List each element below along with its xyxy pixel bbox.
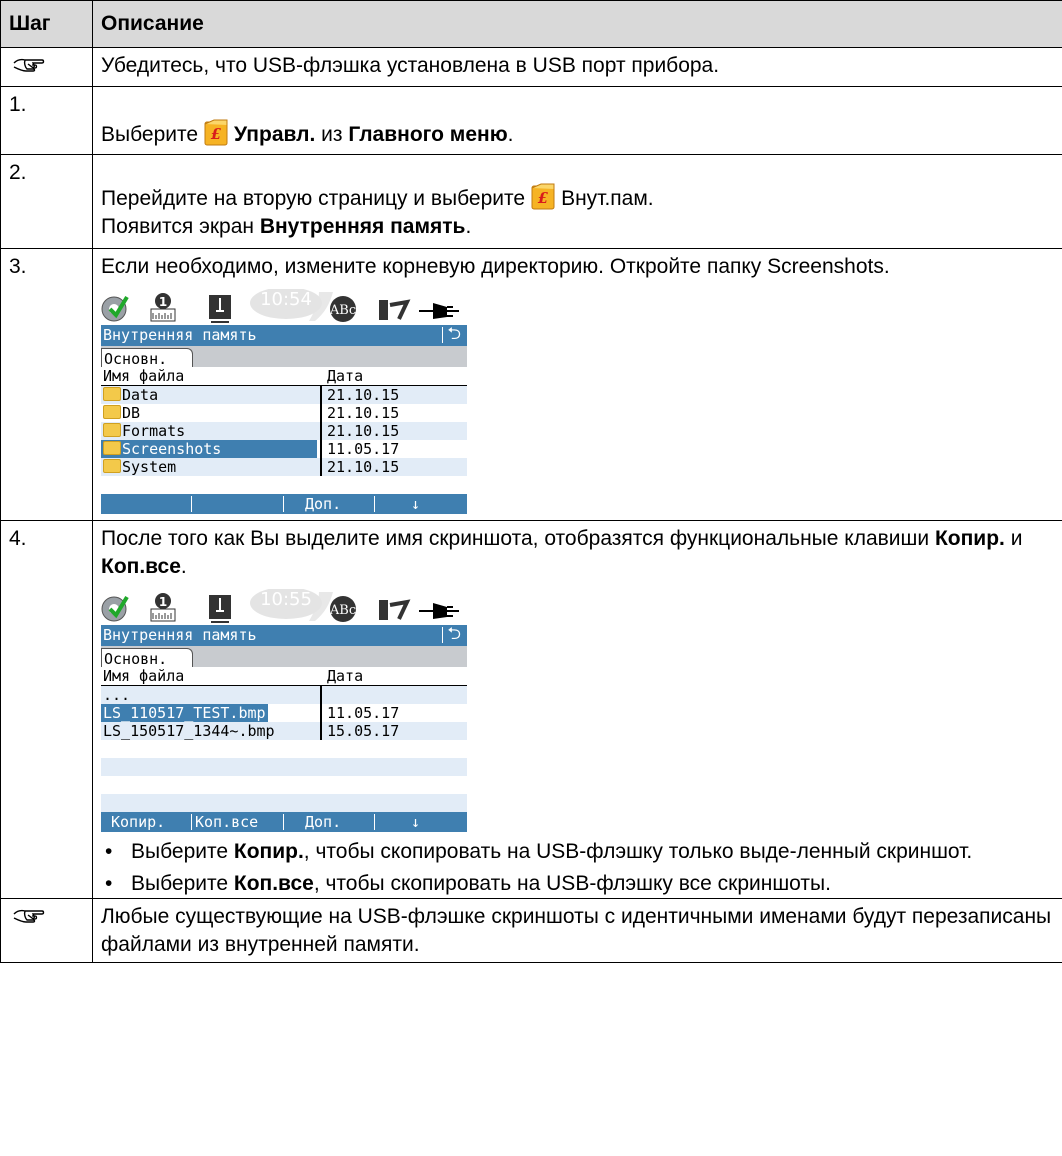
list-item[interactable]: LS_150517_1344~.bmp 15.05.17 [101, 722, 467, 740]
table-header: Шаг Описание [0, 0, 1062, 48]
step-number: 2. [9, 161, 27, 184]
softkey-copy-all[interactable]: Коп.все [195, 814, 258, 830]
device-screen-files: 1 10:55 ABc Внутренняя память ⮌ Основн. … [101, 589, 467, 832]
svg-text:1: 1 [159, 295, 167, 309]
note-usb-text: Убедитесь, что USB-флэшка установлена в … [101, 54, 720, 77]
steps-table: Шаг Описание Убедитесь, что USB-флэшка у… [0, 0, 1062, 963]
list-item[interactable]: Formats 21.10.15 [101, 422, 467, 440]
step-number: 4. [9, 527, 27, 550]
svg-text:10:55: 10:55 [260, 589, 312, 610]
screen-title-bar: Внутренняя память ⮌ [101, 625, 467, 646]
pointing-hand-icon [13, 905, 45, 933]
list-item[interactable]: DB 21.10.15 [101, 404, 467, 422]
svg-text:ABc: ABc [329, 603, 356, 618]
softkey-copy[interactable]: Копир. [111, 814, 165, 830]
tab-main[interactable]: Основн. [101, 348, 193, 369]
tab-main[interactable]: Основн. [101, 648, 193, 669]
step-2-text: Перейдите на вторую страницу и выберите £… [93, 155, 1062, 241]
svg-text:£: £ [538, 189, 549, 207]
screen-title: Внутренняя память [103, 626, 257, 644]
list-item: Выберите Коп.все, чтобы скопировать на U… [101, 870, 1054, 898]
step-row-2: 2. Перейдите на вторую страницу и выбери… [0, 154, 1062, 249]
list-item: Выберите Копир., чтобы скопировать на US… [101, 838, 1054, 866]
column-date: Дата [327, 667, 364, 685]
screen-title-bar: Внутренняя память ⮌ [101, 325, 467, 346]
svg-text:ABc: ABc [329, 303, 356, 318]
svg-text:10:54: 10:54 [260, 289, 312, 310]
list-item[interactable]: Data 21.10.15 [101, 386, 467, 404]
column-filename: Имя файла [103, 367, 185, 385]
step-row-1: 1. Выберите £ Управл. из Главного меню. [0, 86, 1062, 155]
softkey-bar: Копир. Коп.все Доп. ↓ [101, 812, 467, 832]
status-bar: 1 10:54 ABc [101, 289, 467, 325]
file-list-header: Имя файла Дата [101, 667, 467, 686]
step-number: 3. [9, 255, 27, 278]
note-row: Убедитесь, что USB-флэшка установлена в … [0, 47, 1062, 87]
softkey-page-down[interactable]: ↓ [411, 814, 420, 830]
svg-text:£: £ [211, 125, 222, 143]
note-row: Любые существующие на USB-флэшке скриншо… [0, 898, 1062, 963]
step-row-3: 3. Если необходимо, измените корневую ди… [0, 248, 1062, 521]
step-number: 1. [9, 93, 27, 116]
column-date: Дата [327, 367, 364, 385]
file-list-header: Имя файла Дата [101, 367, 467, 386]
step-4-text: После того как Вы выделите имя скриншота… [101, 527, 1023, 578]
file-list: Data 21.10.15 DB 21.10.15 Formats 21.10.15 … [101, 386, 467, 494]
softkey-more[interactable]: Доп. [305, 814, 341, 830]
file-list: ... LS_110517_TEST.bmp 11.05.17 LS_150517… [101, 686, 467, 812]
folder-icon [103, 441, 121, 455]
pointing-hand-icon [13, 54, 45, 82]
step-3-text: Если необходимо, измените корневую дирек… [101, 255, 890, 278]
folder-icon [103, 459, 121, 473]
list-item-selected[interactable]: LS_110517_TEST.bmp 11.05.17 [101, 704, 467, 722]
status-bar: 1 10:55 ABc [101, 589, 467, 625]
manage-folder-icon: £ [531, 183, 555, 210]
screen-title: Внутренняя память [103, 326, 257, 344]
step-row-4: 4. После того как Вы выделите имя скринш… [0, 520, 1062, 899]
bullet-list: Выберите Копир., чтобы скопировать на US… [101, 838, 1054, 898]
softkey-page-down[interactable]: ↓ [411, 496, 420, 512]
step-1-text: Выберите £ Управл. из Главного меню. [93, 87, 1062, 149]
return-icon[interactable]: ⮌ [447, 326, 461, 343]
header-step: Шаг [9, 12, 51, 35]
column-filename: Имя файла [103, 667, 185, 685]
list-item-selected[interactable]: Screenshots 11.05.17 [101, 440, 467, 458]
device-screen-folders: 1 10:54 ABc Внутренняя память ⮌ Основн. … [101, 289, 467, 514]
folder-icon [103, 387, 121, 401]
list-item[interactable]: ... [101, 686, 467, 704]
return-icon[interactable]: ⮌ [447, 626, 461, 643]
folder-icon [103, 423, 121, 437]
softkey-bar: Доп. ↓ [101, 494, 467, 514]
manage-folder-icon: £ [204, 119, 228, 146]
header-description: Описание [101, 12, 204, 35]
note-overwrite-text: Любые существующие на USB-флэшке скриншо… [101, 905, 1052, 956]
svg-text:1: 1 [159, 595, 167, 609]
folder-icon [103, 405, 121, 419]
list-item[interactable]: System 21.10.15 [101, 458, 467, 476]
softkey-more[interactable]: Доп. [305, 496, 341, 512]
